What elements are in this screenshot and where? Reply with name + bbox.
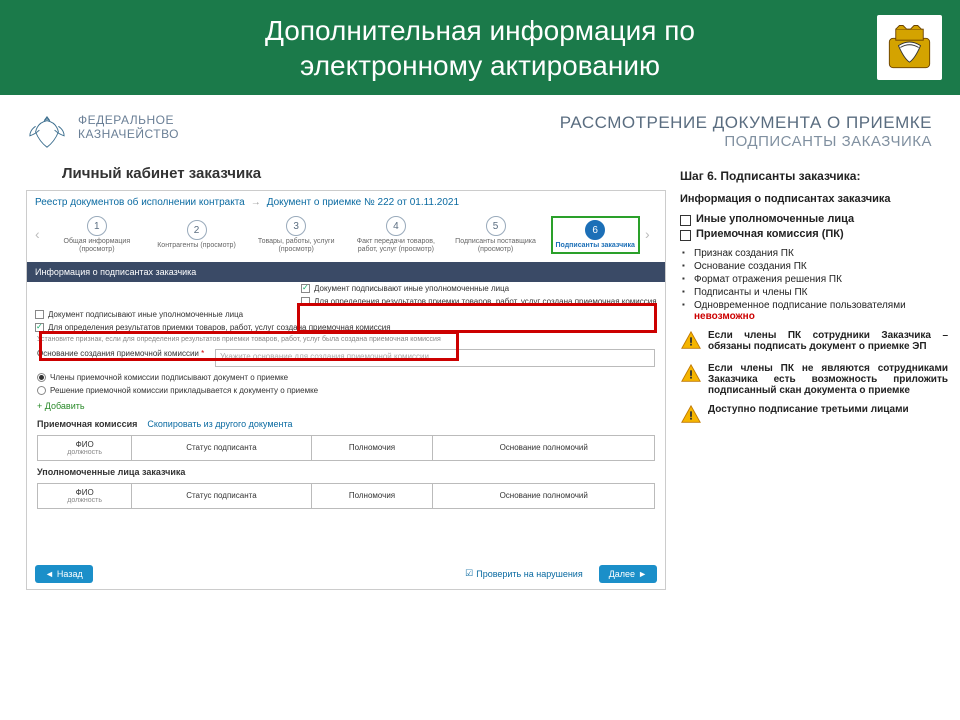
auth-persons-title: Уполномоченные лица заказчика (37, 467, 185, 477)
add-button[interactable]: + Добавить (27, 397, 665, 415)
agency-line1: ФЕДЕРАЛЬНОЕ (78, 113, 179, 127)
step-6[interactable]: 6Подписанты заказчика (545, 214, 645, 254)
breadcrumb[interactable]: Реестр документов об исполнении контракт… (35, 197, 657, 208)
slide-title: Дополнительная информация поэлектронному… (265, 13, 695, 83)
app-screenshot: Реестр документов об исполнении контракт… (26, 190, 666, 590)
right-panel: Шаг 6. Подписанты заказчика: Информация … (680, 165, 948, 590)
lk-title: Личный кабинет заказчика (62, 165, 666, 182)
commission-title: Приемочная комиссия (37, 419, 137, 429)
dash-item: Подписанты и члены ПК (680, 287, 948, 298)
treasury-eagle-icon (28, 113, 66, 153)
radio-attach[interactable] (37, 386, 46, 395)
step-5[interactable]: 5Подписанты поставщика (просмотр) (446, 214, 546, 253)
page-title: РАССМОТРЕНИЕ ДОКУМЕНТА О ПРИЕМКЕ (560, 113, 932, 133)
auth-persons-table: ФИОдолжность Статус подписанта Полномочи… (37, 483, 655, 509)
commission-table: ФИОдолжность Статус подписанта Полномочи… (37, 435, 655, 461)
copy-link[interactable]: Скопировать из другого документа (147, 419, 292, 429)
page-head: ФЕДЕРАЛЬНОЕ КАЗНАЧЕЙСТВО РАССМОТРЕНИЕ ДО… (0, 95, 960, 163)
prev-arrow-icon[interactable]: ‹ (35, 226, 47, 242)
sq-item: Иные уполномоченные лица (680, 213, 948, 225)
warning-icon (680, 404, 702, 429)
warning-icon (680, 363, 702, 396)
next-arrow-icon[interactable]: › (645, 226, 657, 242)
check-button[interactable]: ☑ Проверить на нарушения (455, 564, 593, 583)
step-subheading: Информация о подписантах заказчика (680, 193, 948, 205)
highlight-box-2 (39, 331, 459, 361)
step-2[interactable]: 2Контрагенты (просмотр) (147, 218, 247, 250)
back-button[interactable]: ◄ Назад (35, 565, 93, 583)
checkbox-auth-persons-2[interactable] (35, 310, 44, 319)
sq-item: Приемочная комиссия (ПК) (680, 228, 948, 240)
step-1[interactable]: 1Общая информация (просмотр) (47, 214, 147, 253)
dash-item: Признак создания ПК (680, 248, 948, 259)
highlight-box-1 (297, 303, 657, 333)
step-3[interactable]: 3Товары, работы, услуги (просмотр) (246, 214, 346, 253)
dash-item: Одновременное подписание пользователями … (680, 300, 948, 322)
page-subtitle: ПОДПИСАНТЫ ЗАКАЗЧИКА (560, 133, 932, 150)
next-button[interactable]: Далее ► (599, 565, 657, 583)
step-heading: Шаг 6. Подписанты заказчика: (680, 169, 948, 183)
step-4[interactable]: 4Факт передачи товаров, работ, услуг (пр… (346, 214, 446, 253)
stepper: ‹ 1Общая информация (просмотр) 2Контраге… (35, 214, 657, 254)
agency-line2: КАЗНАЧЕЙСТВО (78, 127, 179, 141)
dash-item: Формат отражения решения ПК (680, 274, 948, 285)
section-bar: Информация о подписантах заказчика (27, 262, 665, 282)
checkbox-auth-persons[interactable] (301, 284, 310, 293)
warning-icon (680, 330, 702, 355)
slide-header: Дополнительная информация поэлектронному… (0, 0, 960, 95)
dash-item: Основание создания ПК (680, 261, 948, 272)
city-emblem (877, 15, 942, 80)
radio-sign[interactable] (37, 373, 46, 382)
